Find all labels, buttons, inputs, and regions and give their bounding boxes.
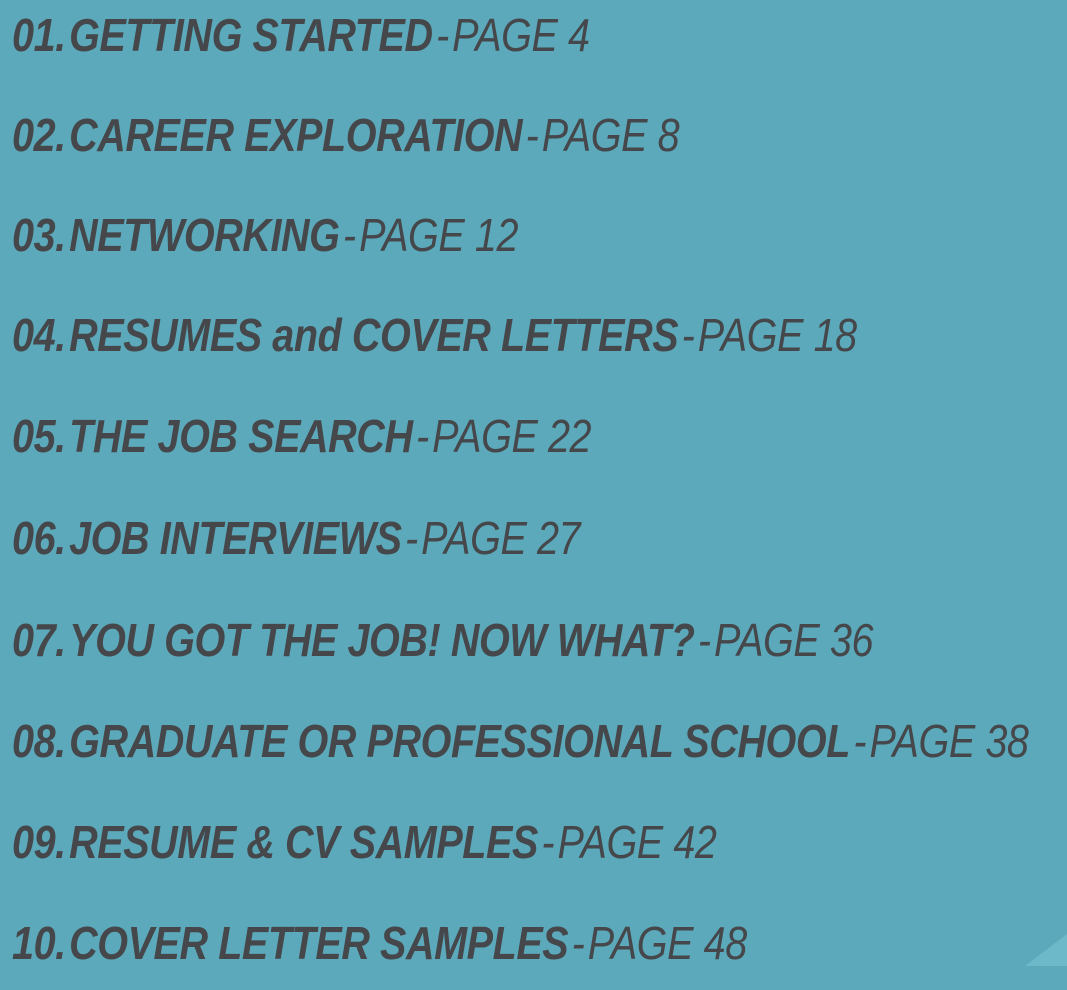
toc-item-you-got-the-job[interactable]: 07. YOU GOT THE JOB! NOW WHAT? - PAGE 36 xyxy=(12,605,873,675)
toc-page: PAGE 48 xyxy=(587,917,747,969)
toc-number: 04. xyxy=(12,309,66,361)
toc-title: COVER LETTER SAMPLES xyxy=(69,917,569,969)
toc-item-career-exploration[interactable]: 02. CAREER EXPLORATION - PAGE 8 xyxy=(12,100,680,170)
toc-number: 08. xyxy=(12,715,66,767)
corner-triangle-decoration xyxy=(1025,934,1067,966)
toc-page: PAGE 38 xyxy=(869,715,1029,767)
toc-separator: - xyxy=(342,209,356,261)
toc-separator: - xyxy=(525,109,539,161)
toc-page: PAGE 36 xyxy=(714,614,874,666)
toc-separator: - xyxy=(853,715,867,767)
toc-item-graduate-professional-school[interactable]: 08. GRADUATE OR PROFESSIONAL SCHOOL - PA… xyxy=(12,706,1029,776)
toc-number: 01. xyxy=(12,9,66,61)
toc-item-getting-started[interactable]: 01. GETTING STARTED - PAGE 4 xyxy=(12,0,590,70)
toc-item-resumes-cover-letters[interactable]: 04. RESUMES and COVER LETTERS - PAGE 18 xyxy=(12,300,857,370)
toc-item-resume-cv-samples[interactable]: 09. RESUME & CV SAMPLES - PAGE 42 xyxy=(12,807,717,877)
toc-number: 07. xyxy=(12,614,66,666)
toc-number: 02. xyxy=(12,109,66,161)
toc-item-cover-letter-samples[interactable]: 10. COVER LETTER SAMPLES - PAGE 48 xyxy=(12,908,747,978)
toc-item-networking[interactable]: 03. NETWORKING - PAGE 12 xyxy=(12,200,518,270)
toc-page: PAGE 27 xyxy=(421,512,581,564)
toc-page: PAGE 4 xyxy=(452,9,590,61)
toc-item-job-interviews[interactable]: 06. JOB INTERVIEWS - PAGE 27 xyxy=(12,503,581,573)
toc-title: THE JOB SEARCH xyxy=(69,410,413,462)
toc-number: 03. xyxy=(12,209,66,261)
toc-title: RESUMES and COVER LETTERS xyxy=(69,309,679,361)
toc-separator: - xyxy=(697,614,711,666)
toc-number: 05. xyxy=(12,410,66,462)
toc-title: GETTING STARTED xyxy=(69,9,433,61)
toc-separator: - xyxy=(415,410,429,462)
toc-title: CAREER EXPLORATION xyxy=(69,109,523,161)
toc-title: RESUME & CV SAMPLES xyxy=(69,816,538,868)
toc-page: PAGE 42 xyxy=(557,816,717,868)
toc-number: 06. xyxy=(12,512,66,564)
toc-item-job-search[interactable]: 05. THE JOB SEARCH - PAGE 22 xyxy=(12,401,592,471)
toc-separator: - xyxy=(404,512,418,564)
toc-separator: - xyxy=(571,917,585,969)
toc-title: JOB INTERVIEWS xyxy=(69,512,402,564)
toc-title: GRADUATE OR PROFESSIONAL SCHOOL xyxy=(69,715,850,767)
toc-page: PAGE 18 xyxy=(697,309,857,361)
toc-page: PAGE 8 xyxy=(541,109,680,161)
toc-page: PAGE 22 xyxy=(432,410,592,462)
toc-number: 10. xyxy=(12,917,66,969)
toc-separator: - xyxy=(681,309,695,361)
toc-page: PAGE 12 xyxy=(359,209,519,261)
toc-separator: - xyxy=(541,816,555,868)
toc-title: YOU GOT THE JOB! NOW WHAT? xyxy=(69,614,695,666)
toc-number: 09. xyxy=(12,816,66,868)
toc-separator: - xyxy=(436,9,449,61)
toc-title: NETWORKING xyxy=(69,209,340,261)
